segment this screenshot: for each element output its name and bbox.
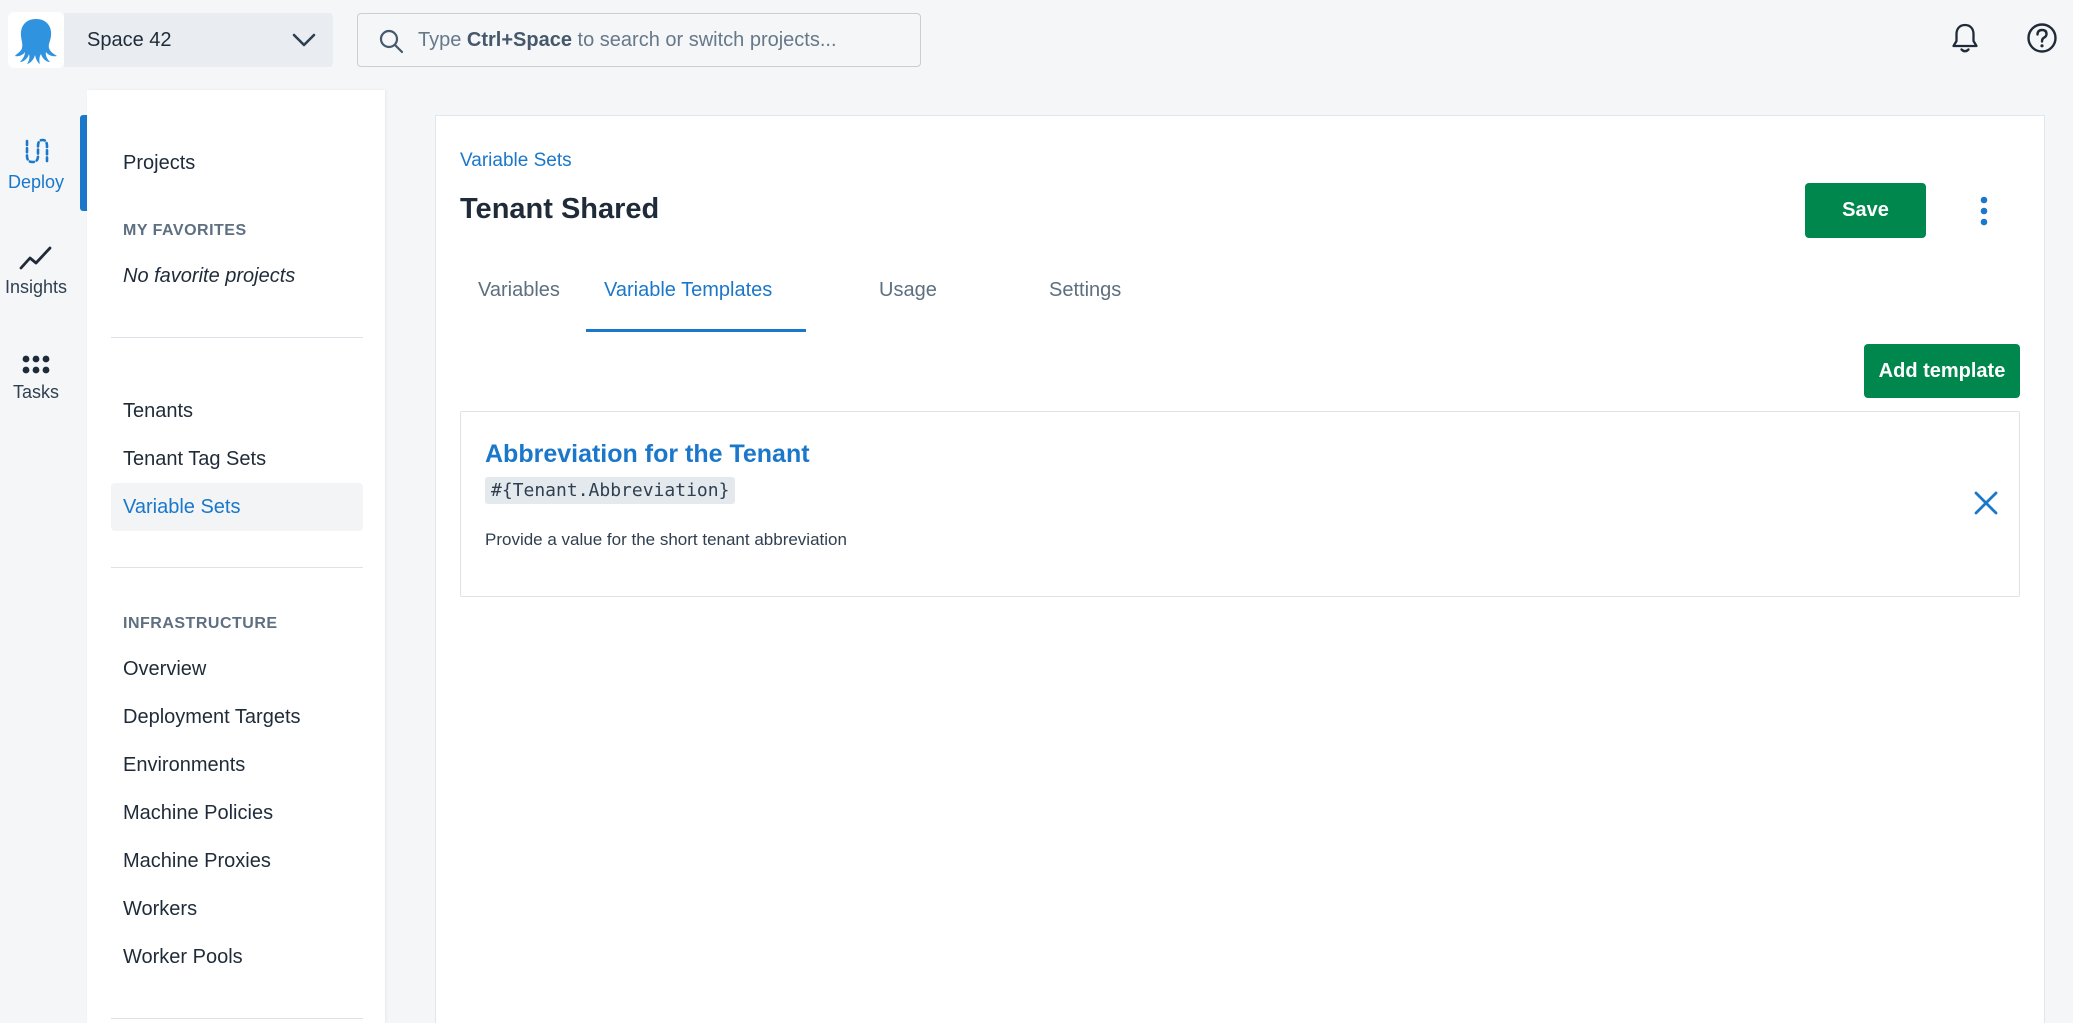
sidebar-item-label: Workers <box>123 897 198 920</box>
rail-label-insights: Insights <box>4 276 68 297</box>
sidebar-item-tenants[interactable]: Tenants <box>111 387 363 435</box>
sidebar-item-label: Tenants <box>123 399 194 422</box>
sidebar-item-machine-proxies[interactable]: Machine Proxies <box>111 837 363 885</box>
sidebar-item-variable-sets[interactable]: Variable Sets <box>111 483 363 531</box>
sidebar-item-workers[interactable]: Workers <box>111 885 363 933</box>
trend-line-icon <box>19 239 53 271</box>
top-bar: Space 42 Type Ctrl+Space to search or sw… <box>0 0 2073 88</box>
template-title[interactable]: Abbreviation for the Tenant <box>485 440 810 469</box>
search-input[interactable]: Type Ctrl+Space to search or switch proj… <box>357 13 921 67</box>
favorites-empty-text: No favorite projects <box>123 265 296 287</box>
tab-label: Variables <box>478 278 560 301</box>
sidebar-item-label: Projects <box>123 151 196 174</box>
rail-item-insights[interactable]: Insights <box>0 220 72 316</box>
space-name: Space 42 <box>87 28 172 51</box>
deploy-icon <box>21 134 51 166</box>
save-button[interactable]: Save <box>1805 183 1926 238</box>
sidebar-item-label: Overview <box>123 657 207 680</box>
search-placeholder-suffix: to search or switch projects... <box>577 28 837 51</box>
tab-label: Settings <box>1049 278 1122 301</box>
sidebar-divider <box>111 337 363 338</box>
search-placeholder: Type Ctrl+Space to search or switch proj… <box>418 29 837 52</box>
sidebar-item-label: Deployment Targets <box>123 705 301 728</box>
sidebar: Projects MY FAVORITES No favorite projec… <box>87 90 385 1023</box>
sidebar-item-tenant-tag-sets[interactable]: Tenant Tag Sets <box>111 435 363 483</box>
space-switcher[interactable]: Space 42 <box>64 13 333 67</box>
octopus-logo-icon[interactable] <box>8 12 64 68</box>
infrastructure-heading: INFRASTRUCTURE <box>123 615 278 632</box>
sidebar-item-label: Machine Proxies <box>123 849 271 872</box>
sidebar-item-projects[interactable]: Projects <box>111 139 363 187</box>
rail-active-indicator <box>80 115 87 211</box>
sidebar-item-label: Environments <box>123 753 246 776</box>
tab-label: Variable Templates <box>604 278 773 301</box>
rail-label-tasks: Tasks <box>12 381 59 402</box>
breadcrumb[interactable]: Variable Sets <box>460 150 572 172</box>
close-icon[interactable] <box>1973 490 1999 521</box>
left-rail: Deploy Insights Tasks <box>0 88 87 1023</box>
tab-label: Usage <box>879 278 937 301</box>
tab-usage[interactable]: Usage <box>879 256 937 324</box>
favorites-heading: MY FAVORITES <box>123 222 247 239</box>
template-help-text: Provide a value for the short tenant abb… <box>485 530 847 549</box>
active-tab-indicator <box>586 329 806 332</box>
sidebar-item-overview[interactable]: Overview <box>111 645 363 693</box>
sidebar-item-deployment-targets[interactable]: Deployment Targets <box>111 693 363 741</box>
page-title: Tenant Shared <box>460 193 660 225</box>
sidebar-item-label: Machine Policies <box>123 801 274 824</box>
bell-icon[interactable] <box>1950 22 1980 59</box>
sidebar-item-worker-pools[interactable]: Worker Pools <box>111 933 363 981</box>
sidebar-item-machine-policies[interactable]: Machine Policies <box>111 789 363 837</box>
add-template-button[interactable]: Add template <box>1864 344 2020 398</box>
sidebar-item-environments[interactable]: Environments <box>111 741 363 789</box>
sidebar-divider <box>111 567 363 568</box>
main-content: Variable Sets Tenant Shared Save Variabl… <box>435 115 2045 1023</box>
kebab-menu-icon[interactable] <box>1980 196 1988 231</box>
rail-label-deploy: Deploy <box>7 171 65 192</box>
search-placeholder-prefix: Type <box>418 28 462 51</box>
rail-item-tasks[interactable]: Tasks <box>0 325 72 421</box>
sidebar-item-label: Variable Sets <box>123 495 241 518</box>
template-card: Abbreviation for the Tenant #{Tenant.Abb… <box>460 411 2020 597</box>
chevron-down-icon <box>291 28 317 58</box>
rail-item-deploy[interactable]: Deploy <box>0 115 72 211</box>
tab-variables[interactable]: Variables <box>478 256 560 324</box>
grid-dots-icon <box>21 344 51 376</box>
template-variable-name: #{Tenant.Abbreviation} <box>485 477 736 504</box>
sidebar-item-label: Worker Pools <box>123 945 243 968</box>
help-circle-icon[interactable] <box>2026 22 2058 59</box>
tab-settings[interactable]: Settings <box>1049 256 1121 324</box>
tab-variable-templates[interactable]: Variable Templates <box>604 256 772 324</box>
sidebar-item-label: Tenant Tag Sets <box>123 447 267 470</box>
search-shortcut: Ctrl+Space <box>466 28 572 51</box>
search-icon <box>378 28 404 60</box>
sidebar-divider <box>111 1018 363 1019</box>
